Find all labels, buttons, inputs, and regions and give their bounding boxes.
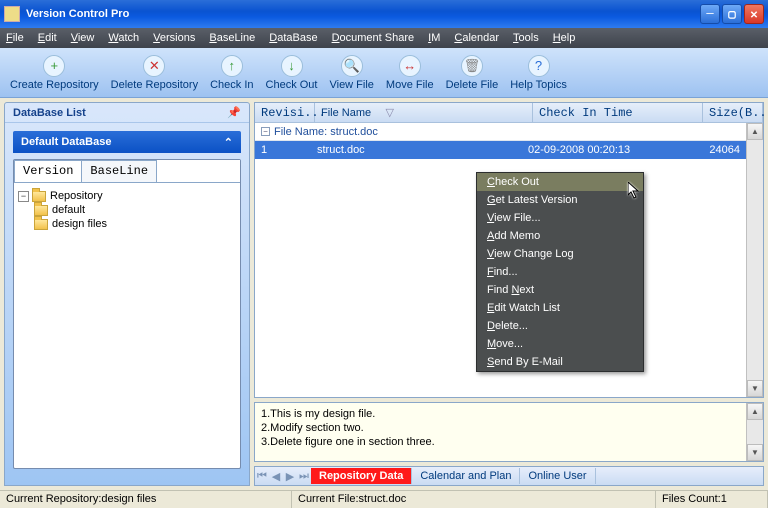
- window-title: Version Control Pro: [26, 8, 129, 20]
- menu-watch[interactable]: Watch: [108, 32, 139, 44]
- plus-icon: +: [43, 55, 65, 77]
- sidebar-title: DataBase List: [13, 107, 86, 119]
- tab-online-user[interactable]: Online User: [520, 468, 595, 484]
- cell-size: 24064: [690, 144, 746, 156]
- ctx-send-email[interactable]: Send By E-Mail: [477, 353, 643, 371]
- memo-panel: 1.This is my design file. 2.Modify secti…: [254, 402, 764, 462]
- status-bar: Current Repository:design files Current …: [0, 490, 768, 508]
- ctx-get-latest[interactable]: Get Latest Version: [477, 191, 643, 209]
- pin-icon[interactable]: 📌: [227, 106, 241, 119]
- app-icon: [4, 6, 20, 22]
- check-in-button[interactable]: ↑Check In: [210, 55, 253, 91]
- table-row[interactable]: 1 struct.doc 02-09-2008 00:20:13 24064: [255, 141, 746, 159]
- folder-icon: [34, 219, 48, 230]
- col-size[interactable]: Size(B...: [703, 103, 763, 122]
- menu-docshare[interactable]: Document Share: [332, 32, 415, 44]
- magnifier-icon: 🔍: [341, 55, 363, 77]
- cell-filename: struct.doc: [311, 144, 522, 156]
- delete-repository-button[interactable]: ✕Delete Repository: [111, 55, 198, 91]
- folder-icon: [34, 205, 48, 216]
- status-repository: Current Repository:design files: [0, 491, 292, 508]
- bottom-tabs: ⏮ ◀ ▶ ⏭ Repository Data Calendar and Pla…: [254, 466, 764, 486]
- sort-desc-icon: ▽: [386, 106, 394, 119]
- tab-nav-first-icon[interactable]: ⏮: [255, 468, 269, 484]
- ctx-check-out[interactable]: Check Out: [477, 173, 643, 191]
- status-files-count: Files Count:1: [656, 491, 768, 508]
- memo-text: 1.This is my design file. 2.Modify secti…: [255, 403, 746, 461]
- tab-baseline[interactable]: BaseLine: [81, 160, 157, 182]
- menu-versions[interactable]: Versions: [153, 32, 195, 44]
- close-button[interactable]: ✕: [744, 4, 764, 24]
- menu-calendar[interactable]: Calendar: [454, 32, 499, 44]
- tab-nav-last-icon[interactable]: ⏭: [297, 468, 311, 484]
- context-menu: Check Out Get Latest Version View File..…: [476, 172, 644, 372]
- ctx-find[interactable]: Find...: [477, 263, 643, 281]
- col-checkin[interactable]: Check In Time: [533, 103, 703, 122]
- delete-file-button[interactable]: 🗑Delete File: [446, 55, 499, 91]
- x-icon: ✕: [143, 55, 165, 77]
- menu-edit[interactable]: Edit: [38, 32, 57, 44]
- database-box-title: Default DataBase⌃: [13, 131, 241, 153]
- tab-nav-prev-icon[interactable]: ◀: [269, 468, 283, 484]
- tab-repository-data[interactable]: Repository Data: [311, 468, 412, 484]
- ctx-find-next[interactable]: Find Next: [477, 281, 643, 299]
- scroll-up-icon[interactable]: ▲: [747, 403, 763, 420]
- minimize-button[interactable]: ─: [700, 4, 720, 24]
- minus-icon[interactable]: −: [18, 191, 29, 202]
- menu-tools[interactable]: Tools: [513, 32, 539, 44]
- scroll-down-icon[interactable]: ▼: [747, 444, 763, 461]
- question-icon: ?: [528, 55, 550, 77]
- cell-revision: 1: [255, 144, 311, 156]
- ctx-delete[interactable]: Delete...: [477, 317, 643, 335]
- ctx-view-file[interactable]: View File...: [477, 209, 643, 227]
- chevron-up-icon[interactable]: ⌃: [224, 136, 233, 149]
- cursor-icon: [628, 182, 642, 203]
- menu-database[interactable]: DataBase: [269, 32, 317, 44]
- sidebar: DataBase List 📌 Default DataBase⌃ Versio…: [4, 102, 250, 486]
- move-file-button[interactable]: ↔Move File: [386, 55, 434, 91]
- ctx-view-change-log[interactable]: View Change Log: [477, 245, 643, 263]
- trash-icon: 🗑: [461, 55, 483, 77]
- tree-node-default[interactable]: default: [34, 203, 236, 217]
- folder-icon: [32, 191, 46, 202]
- ctx-add-memo[interactable]: Add Memo: [477, 227, 643, 245]
- create-repository-button[interactable]: +Create Repository: [10, 55, 99, 91]
- tab-nav-next-icon[interactable]: ▶: [283, 468, 297, 484]
- scroll-up-icon[interactable]: ▲: [747, 123, 763, 140]
- col-filename[interactable]: File Name ▽: [315, 103, 533, 122]
- tree-node-design-files[interactable]: design files: [34, 217, 236, 231]
- ctx-move[interactable]: Move...: [477, 335, 643, 353]
- toolbar: +Create Repository ✕Delete Repository ↑C…: [0, 48, 768, 98]
- cell-time: 02-09-2008 00:20:13: [522, 144, 690, 156]
- menu-help[interactable]: Help: [553, 32, 576, 44]
- grid-header: Revisi... File Name ▽ Check In Time Size…: [255, 103, 763, 123]
- menu-im[interactable]: IM: [428, 32, 440, 44]
- check-out-button[interactable]: ↓Check Out: [266, 55, 318, 91]
- tab-calendar-and-plan[interactable]: Calendar and Plan: [412, 468, 520, 484]
- help-topics-button[interactable]: ?Help Topics: [510, 55, 567, 91]
- menu-baseline[interactable]: BaseLine: [209, 32, 255, 44]
- tree-panel: Version BaseLine −Repository default des…: [13, 159, 241, 469]
- arrows-icon: ↔: [399, 55, 421, 77]
- titlebar: Version Control Pro ─ ▢ ✕: [0, 0, 768, 28]
- scroll-down-icon[interactable]: ▼: [747, 380, 763, 397]
- arrow-up-icon: ↑: [221, 55, 243, 77]
- memo-scrollbar[interactable]: ▲ ▼: [746, 403, 763, 461]
- col-revision[interactable]: Revisi...: [255, 103, 315, 122]
- group-caption[interactable]: −File Name: struct.doc: [255, 123, 746, 141]
- tree-node-repository[interactable]: −Repository: [18, 189, 236, 203]
- menu-view[interactable]: View: [71, 32, 95, 44]
- status-current-file: Current File:struct.doc: [292, 491, 656, 508]
- arrow-down-icon: ↓: [281, 55, 303, 77]
- grid-scrollbar[interactable]: ▲ ▼: [746, 123, 763, 397]
- menubar: File Edit View Watch Versions BaseLine D…: [0, 28, 768, 48]
- tab-version[interactable]: Version: [14, 160, 82, 182]
- maximize-button[interactable]: ▢: [722, 4, 742, 24]
- menu-file[interactable]: File: [6, 32, 24, 44]
- ctx-edit-watch-list[interactable]: Edit Watch List: [477, 299, 643, 317]
- minus-icon[interactable]: −: [261, 127, 270, 136]
- sidebar-header: DataBase List 📌: [5, 103, 249, 123]
- view-file-button[interactable]: 🔍View File: [329, 55, 373, 91]
